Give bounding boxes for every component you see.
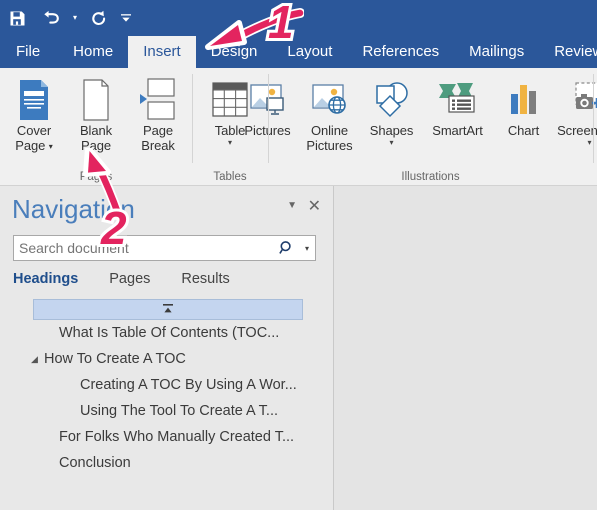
search-dropdown-icon[interactable]: ▾ — [299, 244, 315, 253]
annotation-number-1-text: 1 — [268, 0, 294, 48]
heading-label: How To Create A TOC — [44, 351, 186, 367]
chart-icon — [504, 77, 544, 123]
heading-label: Creating A TOC By Using A Wor... — [80, 377, 297, 393]
ribbon-group-tables-label: Tables — [213, 171, 247, 183]
expand-triangle-icon[interactable]: ◢ — [31, 354, 38, 364]
quick-access-toolbar: ▾ — [0, 0, 136, 36]
document-page[interactable] — [335, 186, 597, 510]
shapes-icon — [370, 77, 414, 123]
ribbon-group-addins — [593, 68, 597, 185]
customize-qat-icon[interactable] — [116, 3, 136, 33]
tab-insert[interactable]: Insert — [128, 36, 196, 68]
page-break-button[interactable]: Page Break — [127, 73, 189, 153]
navigation-tabs: Headings Pages Results — [13, 271, 261, 287]
tab-mailings[interactable]: Mailings — [454, 36, 539, 68]
navigation-pane-options-icon[interactable]: ▼ — [287, 200, 297, 211]
page-break-label-line1: Page — [143, 123, 173, 138]
nav-tab-pages[interactable]: Pages — [109, 271, 150, 287]
save-icon[interactable] — [0, 3, 34, 33]
online-pictures-icon — [308, 77, 352, 123]
heading-label: For Folks Who Manually Created T... — [59, 429, 295, 445]
list-item[interactable]: What Is Table Of Contents (TOC... — [0, 320, 333, 346]
tab-home[interactable]: Home — [58, 36, 128, 68]
undo-icon[interactable] — [34, 3, 68, 33]
nav-tab-results[interactable]: Results — [181, 271, 229, 287]
smartart-label: SmartArt — [432, 123, 483, 138]
cover-page-button[interactable]: Cover Page ▾ — [3, 73, 65, 154]
smartart-icon — [435, 77, 481, 123]
pictures-label: Pictures — [244, 123, 291, 138]
cover-page-label-line2: Page — [15, 138, 46, 153]
search-box[interactable]: ▾ — [13, 235, 316, 261]
blank-page-label-line2: Page — [81, 138, 111, 153]
list-item[interactable] — [33, 299, 303, 320]
heading-label: Using The Tool To Create A T... — [80, 403, 279, 419]
nav-tab-headings[interactable]: Headings — [13, 271, 78, 287]
ribbon-group-illustrations: Pictures Online Pictures Shapes ▾ SmartA… — [244, 68, 597, 185]
blank-page-icon — [75, 77, 117, 123]
cover-page-icon — [13, 77, 55, 123]
pictures-button[interactable]: Pictures — [237, 73, 299, 138]
undo-dropdown-icon[interactable]: ▾ — [68, 3, 82, 33]
annotation-number-2: 2 — [93, 204, 145, 256]
redo-icon[interactable] — [82, 3, 116, 33]
close-icon[interactable]: ✕ — [308, 199, 321, 215]
search-icon[interactable] — [275, 240, 299, 256]
page-break-label-line2: Break — [141, 138, 175, 153]
shapes-dropdown-icon[interactable]: ▾ — [389, 139, 393, 147]
list-item[interactable]: Creating A TOC By Using A Wor... — [0, 372, 333, 398]
blank-page-label-line1: Blank — [79, 123, 113, 138]
list-item[interactable]: ◢ How To Create A TOC — [0, 346, 333, 372]
list-item[interactable]: For Folks Who Manually Created T... — [0, 424, 333, 450]
ribbon-group-illustrations-label: Illustrations — [401, 171, 460, 183]
heading-label: What Is Table Of Contents (TOC... — [59, 325, 280, 341]
pictures-icon — [246, 77, 290, 123]
online-pictures-button[interactable]: Online Pictures — [299, 73, 361, 153]
online-pictures-label-line2: Pictures — [306, 138, 353, 153]
chart-button[interactable]: Chart — [493, 73, 555, 138]
document-area[interactable] — [333, 186, 597, 510]
list-item[interactable]: Conclusion — [0, 450, 333, 476]
ribbon-group-pages: Cover Page ▾ Blank Page Page Break Pages — [0, 68, 192, 185]
list-item[interactable]: Using The Tool To Create A T... — [0, 398, 333, 424]
word-window: ▾ File Home Insert Design Layout Referen… — [0, 0, 597, 510]
chart-label: Chart — [507, 123, 540, 138]
shapes-label: Shapes — [369, 123, 414, 138]
screenshot-label: Screenshot — [557, 123, 597, 138]
screenshot-dropdown-icon[interactable]: ▾ — [587, 139, 591, 147]
annotation-number-1: 1 — [256, 0, 312, 50]
shapes-button[interactable]: Shapes ▾ — [361, 73, 423, 147]
screenshot-button[interactable]: Screenshot ▾ — [555, 73, 597, 147]
tab-review[interactable]: Review — [539, 36, 597, 68]
blank-page-button[interactable]: Blank Page — [65, 73, 127, 153]
page-break-icon — [135, 77, 181, 123]
smartart-button[interactable]: SmartArt — [423, 73, 493, 138]
cover-page-label-line1: Cover — [16, 123, 52, 138]
navigation-pane: Navigation ▼ ✕ ▾ Headings Pages Results … — [0, 186, 333, 510]
collapse-glyph-icon — [161, 303, 175, 316]
online-pictures-label-line1: Online — [311, 123, 348, 138]
tab-references[interactable]: References — [347, 36, 454, 68]
heading-label: Conclusion — [59, 455, 131, 471]
table-dropdown-icon[interactable]: ▾ — [228, 139, 232, 147]
annotation-number-2-text: 2 — [100, 204, 127, 254]
tab-file[interactable]: File — [0, 36, 58, 68]
cover-page-dropdown-icon[interactable]: ▾ — [49, 142, 53, 151]
ribbon-group-pages-label: Pages — [79, 171, 113, 183]
navigation-headings-list: What Is Table Of Contents (TOC... ◢ How … — [0, 299, 333, 476]
ribbon-content: Cover Page ▾ Blank Page Page Break Pages… — [0, 68, 597, 186]
